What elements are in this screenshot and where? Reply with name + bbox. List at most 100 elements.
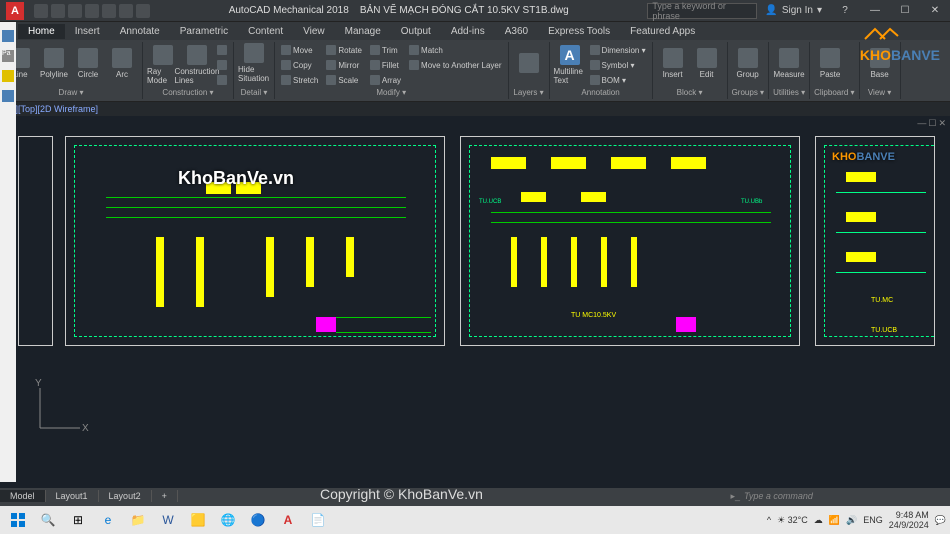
con-sm3[interactable] bbox=[215, 73, 229, 87]
doc-min[interactable]: — bbox=[917, 118, 926, 129]
tray-network[interactable]: 📶 bbox=[829, 515, 840, 526]
tray-weather[interactable]: ☀ 32°C bbox=[777, 515, 808, 526]
tray-chevron[interactable]: ^ bbox=[767, 515, 771, 525]
tray-volume[interactable]: 🔊 bbox=[846, 515, 857, 526]
tab-a360[interactable]: A360 bbox=[495, 24, 538, 39]
tab-layout1[interactable]: Layout1 bbox=[46, 490, 99, 502]
tab-featured[interactable]: Featured Apps bbox=[620, 24, 705, 39]
qat-saveas[interactable] bbox=[85, 4, 99, 18]
polyline-button[interactable]: Polyline bbox=[38, 43, 70, 83]
move-button[interactable]: Move bbox=[279, 43, 320, 57]
taskview-button[interactable]: ⊞ bbox=[64, 508, 92, 532]
tab-annotate[interactable]: Annotate bbox=[110, 24, 170, 39]
tab-add[interactable]: + bbox=[152, 490, 178, 502]
measure-button[interactable]: Measure bbox=[773, 43, 805, 83]
panel-block-label[interactable]: Block ▾ bbox=[657, 88, 723, 98]
panel-layers-label[interactable]: Layers ▾ bbox=[513, 88, 545, 98]
search-button[interactable]: 🔍 bbox=[34, 508, 62, 532]
scale-button[interactable]: Scale bbox=[324, 73, 364, 87]
command-line[interactable]: ▸_ Type a command bbox=[724, 487, 950, 505]
search-input[interactable]: Type a keyword or phrase bbox=[647, 3, 757, 19]
close-button[interactable]: ✕ bbox=[920, 0, 950, 22]
command-input[interactable]: Type a command bbox=[744, 491, 944, 501]
hide-situation-button[interactable]: Hide Situation bbox=[238, 43, 270, 83]
trim-button[interactable]: Trim bbox=[368, 43, 403, 57]
start-button[interactable] bbox=[4, 508, 32, 532]
group-button[interactable]: Group bbox=[732, 43, 764, 83]
minimize-button[interactable]: — bbox=[860, 0, 890, 22]
mirror-button[interactable]: Mirror bbox=[324, 58, 364, 72]
edit-button[interactable]: Edit bbox=[691, 43, 723, 83]
help-button[interactable]: ? bbox=[830, 0, 860, 22]
tray-clock[interactable]: 9:48 AM 24/9/2024 bbox=[889, 510, 929, 530]
qat-open[interactable] bbox=[51, 4, 65, 18]
arc-button[interactable]: Arc bbox=[106, 43, 138, 83]
qat-undo[interactable] bbox=[119, 4, 133, 18]
qat-redo[interactable] bbox=[136, 4, 150, 18]
mtext-button[interactable]: AMultiline Text bbox=[554, 45, 586, 85]
panel-view-label[interactable]: View ▾ bbox=[864, 88, 896, 98]
panel-groups-label[interactable]: Groups ▾ bbox=[732, 88, 764, 98]
tab-home[interactable]: Home bbox=[18, 24, 65, 39]
tab-insert[interactable]: Insert bbox=[65, 24, 110, 39]
panel-detail-label[interactable]: Detail ▾ bbox=[238, 88, 270, 98]
app2-button[interactable]: 🔵 bbox=[244, 508, 272, 532]
panel-draw-label[interactable]: Draw ▾ bbox=[4, 88, 138, 98]
drawing-canvas[interactable]: TU.UCB TU.UBb TU MC10.5KV TU.MC TU.UCB K… bbox=[0, 116, 950, 488]
qat-new[interactable] bbox=[34, 4, 48, 18]
signin-button[interactable]: 👤 Sign In ▾ bbox=[765, 5, 822, 16]
tab-express[interactable]: Express Tools bbox=[538, 24, 620, 39]
tab-manage[interactable]: Manage bbox=[335, 24, 391, 39]
autocad-button[interactable]: A bbox=[274, 508, 302, 532]
panel-utilities-label[interactable]: Utilities ▾ bbox=[773, 88, 805, 98]
qat-save[interactable] bbox=[68, 4, 82, 18]
tab-parametric[interactable]: Parametric bbox=[170, 24, 238, 39]
tab-output[interactable]: Output bbox=[391, 24, 441, 39]
sidebar-app1[interactable] bbox=[2, 30, 14, 42]
tab-layout2[interactable]: Layout2 bbox=[99, 490, 152, 502]
qat-plot[interactable] bbox=[102, 4, 116, 18]
sidebar-app4[interactable] bbox=[2, 90, 14, 102]
tab-model[interactable]: Model bbox=[0, 490, 46, 502]
copy-button[interactable]: Copy bbox=[279, 58, 320, 72]
app-button[interactable]: 🟨 bbox=[184, 508, 212, 532]
sidebar-app2[interactable]: Pa bbox=[2, 50, 14, 62]
tray-onedrive[interactable]: ☁ bbox=[814, 515, 823, 526]
rotate-button[interactable]: Rotate bbox=[324, 43, 364, 57]
array-button[interactable]: Array bbox=[368, 73, 403, 87]
panel-clipboard-label[interactable]: Clipboard ▾ bbox=[814, 88, 854, 98]
edge-button[interactable]: e bbox=[94, 508, 122, 532]
word-button[interactable]: W bbox=[154, 508, 182, 532]
doc-close[interactable]: ✕ bbox=[938, 118, 946, 129]
layers-button[interactable] bbox=[513, 43, 545, 83]
explorer-button[interactable]: 📁 bbox=[124, 508, 152, 532]
doc-max[interactable]: ☐ bbox=[928, 118, 936, 129]
conlines-button[interactable]: Construction Lines bbox=[181, 45, 213, 85]
viewport-label[interactable]: [–][Top][2D Wireframe] bbox=[0, 102, 950, 116]
sidebar-app3[interactable] bbox=[2, 70, 14, 82]
paste-button[interactable]: Paste bbox=[814, 43, 846, 83]
panel-annotation-label[interactable]: Annotation bbox=[554, 88, 648, 98]
chrome-button[interactable]: 🌐 bbox=[214, 508, 242, 532]
con-sm1[interactable] bbox=[215, 43, 229, 57]
circle-button[interactable]: Circle bbox=[72, 43, 104, 83]
app-icon[interactable]: A bbox=[6, 2, 24, 20]
tray-notifications[interactable]: 💬 bbox=[935, 515, 946, 526]
panel-modify-label[interactable]: Modify ▾ bbox=[279, 88, 504, 98]
stretch-button[interactable]: Stretch bbox=[279, 73, 320, 87]
symbol-button[interactable]: Symbol ▾ bbox=[588, 58, 648, 72]
move-layer-button[interactable]: Move to Another Layer bbox=[407, 58, 504, 72]
tab-view[interactable]: View bbox=[293, 24, 335, 39]
bom-button[interactable]: BOM ▾ bbox=[588, 73, 648, 87]
dimension-button[interactable]: Dimension ▾ bbox=[588, 43, 648, 57]
match-button[interactable]: Match bbox=[407, 43, 504, 57]
insert-button[interactable]: Insert bbox=[657, 43, 689, 83]
con-sm2[interactable] bbox=[215, 58, 229, 72]
panel-construction-label[interactable]: Construction ▾ bbox=[147, 88, 229, 98]
app3-button[interactable]: 📄 bbox=[304, 508, 332, 532]
tray-lang[interactable]: ENG bbox=[863, 515, 883, 525]
tab-content[interactable]: Content bbox=[238, 24, 293, 39]
tab-addins[interactable]: Add-ins bbox=[441, 24, 495, 39]
maximize-button[interactable]: ☐ bbox=[890, 0, 920, 22]
fillet-button[interactable]: Fillet bbox=[368, 58, 403, 72]
